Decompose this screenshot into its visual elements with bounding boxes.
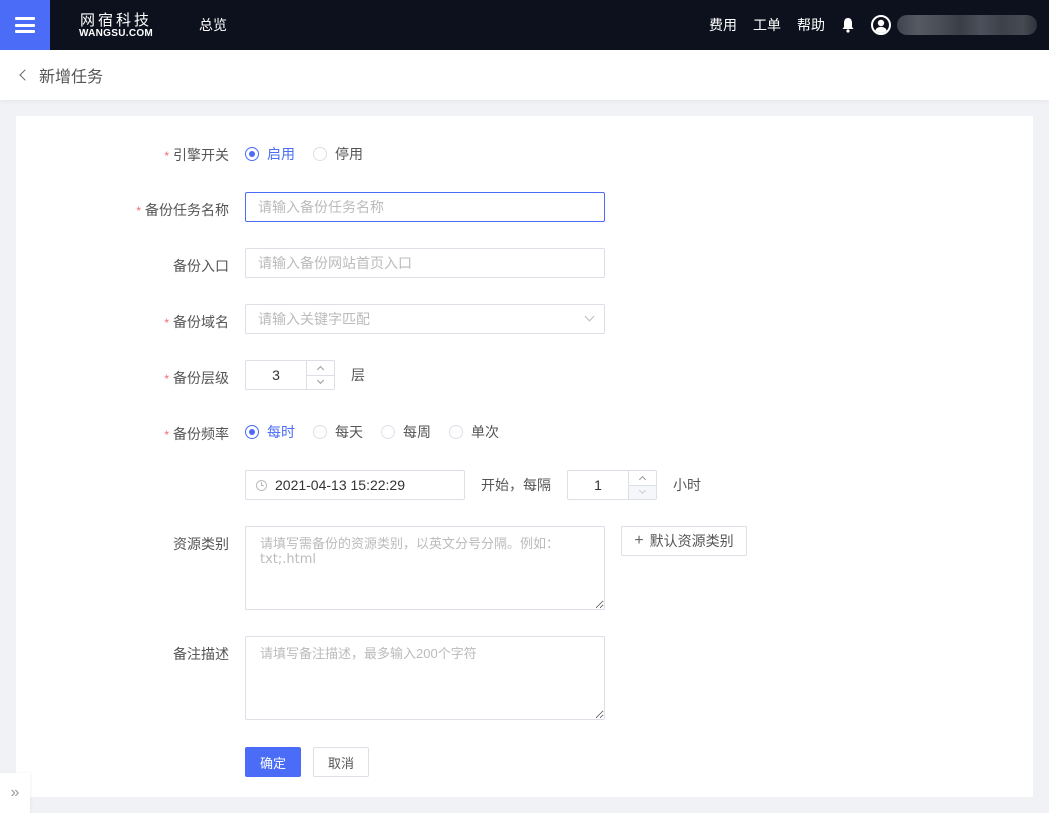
required-mark: * (164, 428, 169, 442)
engine-label-text: 引擎开关 (173, 147, 229, 163)
remark-textarea[interactable] (245, 636, 605, 720)
radio-label: 单次 (471, 424, 499, 440)
nav-tickets[interactable]: 工单 (753, 15, 781, 35)
form-card: * 引擎开关 启用 停用 * 备份任务名称 备份入口 * 备份域名 * 备份层级 (16, 116, 1033, 797)
frequency-radio-group: 每时 每天 每周 单次 (245, 422, 517, 442)
hamburger-icon (15, 17, 35, 33)
page-header: 新增任务 (0, 50, 1049, 100)
frequency-label: * 备份频率 (16, 424, 229, 444)
interval-increase-button[interactable] (629, 471, 656, 485)
required-mark: * (164, 372, 169, 386)
domain-label: * 备份域名 (16, 312, 229, 332)
task-name-input[interactable] (245, 192, 605, 222)
nav-overview[interactable]: 总览 (199, 15, 227, 35)
resource-type-label: 资源类别 (16, 534, 229, 554)
radio-unchecked-icon (381, 425, 395, 439)
level-decrease-button[interactable] (307, 374, 334, 390)
entry-label: 备份入口 (16, 256, 229, 276)
chevron-up-icon (316, 365, 325, 373)
back-button[interactable]: 新增任务 (18, 63, 103, 87)
level-increase-button[interactable] (307, 361, 334, 375)
remark-label: 备注描述 (16, 644, 229, 664)
task-name-label: * 备份任务名称 (16, 200, 229, 220)
page-title: 新增任务 (39, 69, 104, 86)
radio-unchecked-icon (313, 425, 327, 439)
double-chevron-right-icon: » (10, 784, 20, 801)
chevron-down-icon (316, 377, 325, 385)
engine-radio-enable[interactable]: 启用 (245, 144, 295, 164)
chevron-down-icon (638, 487, 647, 495)
level-unit: 层 (351, 367, 365, 383)
interval-prefix-text: 开始，每隔 (481, 477, 551, 493)
radio-checked-icon (245, 147, 259, 161)
bell-icon[interactable] (841, 17, 855, 33)
radio-label: 每天 (335, 424, 363, 440)
frequency-radio-hourly[interactable]: 每时 (245, 422, 295, 442)
radio-label: 启用 (267, 146, 295, 162)
username-redacted[interactable] (897, 15, 1037, 35)
clock-icon (256, 479, 267, 491)
engine-label: * 引擎开关 (16, 145, 229, 165)
menu-button[interactable] (0, 0, 50, 50)
domain-label-text: 备份域名 (173, 314, 229, 330)
interval-stepper[interactable]: 1 (567, 470, 657, 500)
interval-decrease-button[interactable] (629, 484, 656, 499)
cancel-button[interactable]: 取消 (313, 747, 369, 777)
domain-select-input[interactable] (245, 304, 605, 334)
radio-label: 每时 (267, 424, 295, 440)
level-stepper[interactable]: 3 (245, 360, 335, 390)
level-label: * 备份层级 (16, 368, 229, 388)
task-name-label-text: 备份任务名称 (145, 202, 229, 218)
logo-cn: 网宿科技 (79, 10, 152, 29)
entry-input[interactable] (245, 248, 605, 278)
start-datetime-picker[interactable]: 2021-04-13 15:22:29 (245, 470, 465, 500)
nav-help[interactable]: 帮助 (797, 15, 825, 35)
logo[interactable]: 网宿科技 WANGSU.COM (71, 12, 161, 39)
required-mark: * (164, 316, 169, 330)
schedule-row: 2021-04-13 15:22:29 开始，每隔 1 小时 (245, 470, 701, 500)
top-navbar: 网宿科技 WANGSU.COM 总览 费用 工单 帮助 (0, 0, 1049, 50)
required-mark: * (164, 149, 169, 163)
entry-label-text: 备份入口 (173, 258, 229, 274)
resource-type-textarea[interactable] (245, 526, 605, 610)
radio-label: 停用 (335, 146, 363, 162)
default-resource-type-button[interactable]: + 默认资源类别 (621, 526, 747, 556)
level-label-text: 备份层级 (173, 370, 229, 386)
start-datetime-value: 2021-04-13 15:22:29 (275, 477, 405, 493)
chevron-up-icon (638, 475, 647, 483)
engine-radio-group: 启用 停用 (245, 144, 381, 164)
nav-billing[interactable]: 费用 (709, 15, 737, 35)
domain-select[interactable] (245, 304, 605, 334)
frequency-label-text: 备份频率 (173, 426, 229, 442)
radio-label: 每周 (403, 424, 431, 440)
logo-en: WANGSU.COM (78, 27, 154, 39)
radio-checked-icon (245, 425, 259, 439)
radio-unchecked-icon (313, 147, 327, 161)
topbar-right: 费用 工单 帮助 (709, 0, 1049, 50)
form-actions: 确定 取消 (245, 747, 369, 777)
sidebar-expand-button[interactable]: » (0, 773, 30, 813)
confirm-button[interactable]: 确定 (245, 747, 301, 777)
user-avatar-icon[interactable] (871, 15, 891, 35)
chevron-left-icon (19, 69, 31, 81)
engine-radio-disable[interactable]: 停用 (313, 144, 363, 164)
frequency-radio-once[interactable]: 单次 (449, 422, 499, 442)
default-resource-type-label: 默认资源类别 (649, 533, 734, 549)
resource-type-label-text: 资源类别 (173, 536, 229, 552)
radio-unchecked-icon (449, 425, 463, 439)
required-mark: * (136, 204, 141, 218)
remark-label-text: 备注描述 (173, 646, 229, 662)
frequency-radio-daily[interactable]: 每天 (313, 422, 363, 442)
interval-unit: 小时 (673, 477, 701, 493)
frequency-radio-weekly[interactable]: 每周 (381, 422, 431, 442)
plus-icon: + (634, 532, 644, 549)
